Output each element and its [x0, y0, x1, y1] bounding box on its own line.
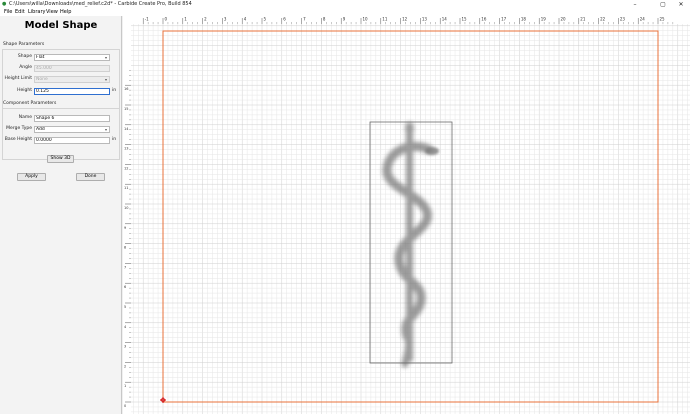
height-label: Height [17, 88, 32, 93]
ruler-label: 7 [303, 17, 306, 22]
height-input[interactable]: 0.125 [34, 88, 110, 95]
name-input[interactable]: Shape 6 [34, 115, 110, 122]
height-limit-value: None [36, 77, 48, 82]
ruler-label: 12 [124, 166, 128, 170]
ruler-label: 14 [124, 127, 129, 131]
ruler-label: 15 [462, 17, 468, 22]
horizontal-ruler-ticks: -1 0 1 2 3 4 5 6 7 8 9 10 11 12 13 14 15 16 17 18 19 20 21 22 23… [142, 17, 674, 24]
base-height-label: Base Height [4, 137, 32, 142]
ruler-label: 13 [124, 147, 128, 151]
menu-view[interactable]: View [46, 9, 58, 16]
ruler-label: 14 [442, 17, 448, 22]
height-value: 0.125 [36, 89, 49, 94]
component-parameters-title: Component Parameters [3, 101, 57, 106]
shape-parameters-title: Shape Parameters [3, 42, 45, 47]
chevron-down-icon: ▾ [104, 77, 107, 82]
ruler-label: -1 [145, 17, 149, 22]
height-limit-label: Height Limit [4, 76, 32, 81]
chevron-down-icon: ▾ [104, 127, 107, 132]
ruler-label: 23 [620, 17, 626, 22]
canvas-drawing [131, 24, 690, 414]
merge-type-value: Add [36, 127, 45, 132]
ruler-label: 24 [640, 17, 646, 22]
height-limit-select[interactable]: None ▾ [34, 76, 110, 83]
ruler-label: 4 [124, 325, 127, 329]
ruler-label: 22 [600, 17, 606, 22]
design-canvas[interactable] [131, 24, 690, 414]
height-unit: in [112, 88, 117, 93]
snake-head [425, 147, 439, 155]
ruler-label: 13 [422, 17, 428, 22]
ruler-label: 25 [660, 17, 666, 22]
ruler-label: 15 [124, 107, 128, 111]
ruler-label: 11 [124, 186, 128, 190]
title-bar: ● C:\Users\willa\Downloads\med_relief.c2… [0, 0, 690, 9]
merge-type-select[interactable]: Add ▾ [34, 126, 110, 133]
base-height-value: 0.0000 [36, 138, 52, 143]
ruler-label: 18 [521, 17, 527, 22]
window-title: C:\Users\willa\Downloads\med_relief.c2d*… [9, 1, 192, 7]
ruler-label: 2 [124, 364, 126, 368]
ruler-label: 9 [124, 226, 126, 230]
component-parameters-group: Name Shape 6 Merge Type Add ▾ Base Heigh… [2, 108, 120, 160]
panel-heading: Model Shape [24, 20, 98, 31]
ruler-label: 5 [264, 17, 267, 22]
ruler-label: 7 [124, 265, 126, 269]
vertical-ruler-ticks: 161514131211109876543210 [124, 70, 131, 408]
show-3d-button[interactable]: Show 3D [47, 155, 74, 163]
angle-label: Angle [19, 65, 32, 70]
minimize-icon[interactable]: – [628, 0, 642, 9]
ruler-label: 3 [224, 17, 227, 22]
done-button[interactable]: Done [76, 173, 105, 181]
base-height-input[interactable]: 0.0000 [34, 137, 110, 144]
ruler-label: 10 [363, 17, 369, 22]
ruler-label: 6 [283, 17, 286, 22]
close-icon[interactable]: ✕ [674, 0, 688, 9]
ruler-label: 9 [343, 17, 346, 22]
shape-label: Shape [17, 54, 32, 59]
menu-edit[interactable]: Edit [15, 9, 25, 16]
angle-value: 45.000 [36, 66, 52, 71]
ruler-label: 0 [124, 404, 126, 408]
ruler-label: 16 [124, 87, 128, 91]
ruler-label: 16 [481, 17, 487, 22]
menu-library[interactable]: Library [28, 9, 45, 16]
maximize-icon[interactable]: ▢ [656, 0, 670, 9]
menu-help[interactable]: Help [60, 9, 71, 16]
ruler-label: 1 [124, 384, 126, 388]
model-shape-panel: Model Shape Shape Parameters Shape Flat … [0, 16, 122, 414]
shape-select[interactable]: Flat ▾ [34, 54, 110, 61]
ruler-label: 20 [561, 17, 567, 22]
ruler-label: 19 [541, 17, 547, 22]
base-height-unit: in [112, 137, 117, 142]
name-value: Shape 6 [36, 116, 55, 121]
ruler-label: 2 [204, 17, 207, 22]
ruler-label: 11 [382, 17, 388, 22]
shape-value: Flat [36, 55, 45, 60]
ruler-label: 6 [124, 285, 126, 289]
apply-button[interactable]: Apply [17, 173, 46, 181]
menu-file[interactable]: File [4, 9, 12, 16]
ruler-label: 0 [165, 17, 168, 22]
app-icon: ● [2, 1, 7, 7]
menu-bar: File Edit Library View Help [0, 9, 690, 16]
name-label: Name [18, 115, 32, 120]
ruler-label: 3 [124, 345, 126, 349]
ruler-label: 4 [244, 17, 247, 22]
ruler-label: 1 [184, 17, 187, 22]
angle-input[interactable]: 45.000 [34, 65, 110, 72]
ruler-label: 8 [124, 246, 126, 250]
ruler-label: 8 [323, 17, 326, 22]
ruler-label: 21 [580, 17, 586, 22]
ruler-label: 12 [402, 17, 408, 22]
ruler-label: 10 [124, 206, 128, 210]
chevron-down-icon: ▾ [104, 55, 107, 60]
ruler-label: 17 [501, 17, 507, 22]
merge-type-label: Merge Type [6, 126, 32, 131]
ruler-label: 5 [124, 305, 126, 309]
